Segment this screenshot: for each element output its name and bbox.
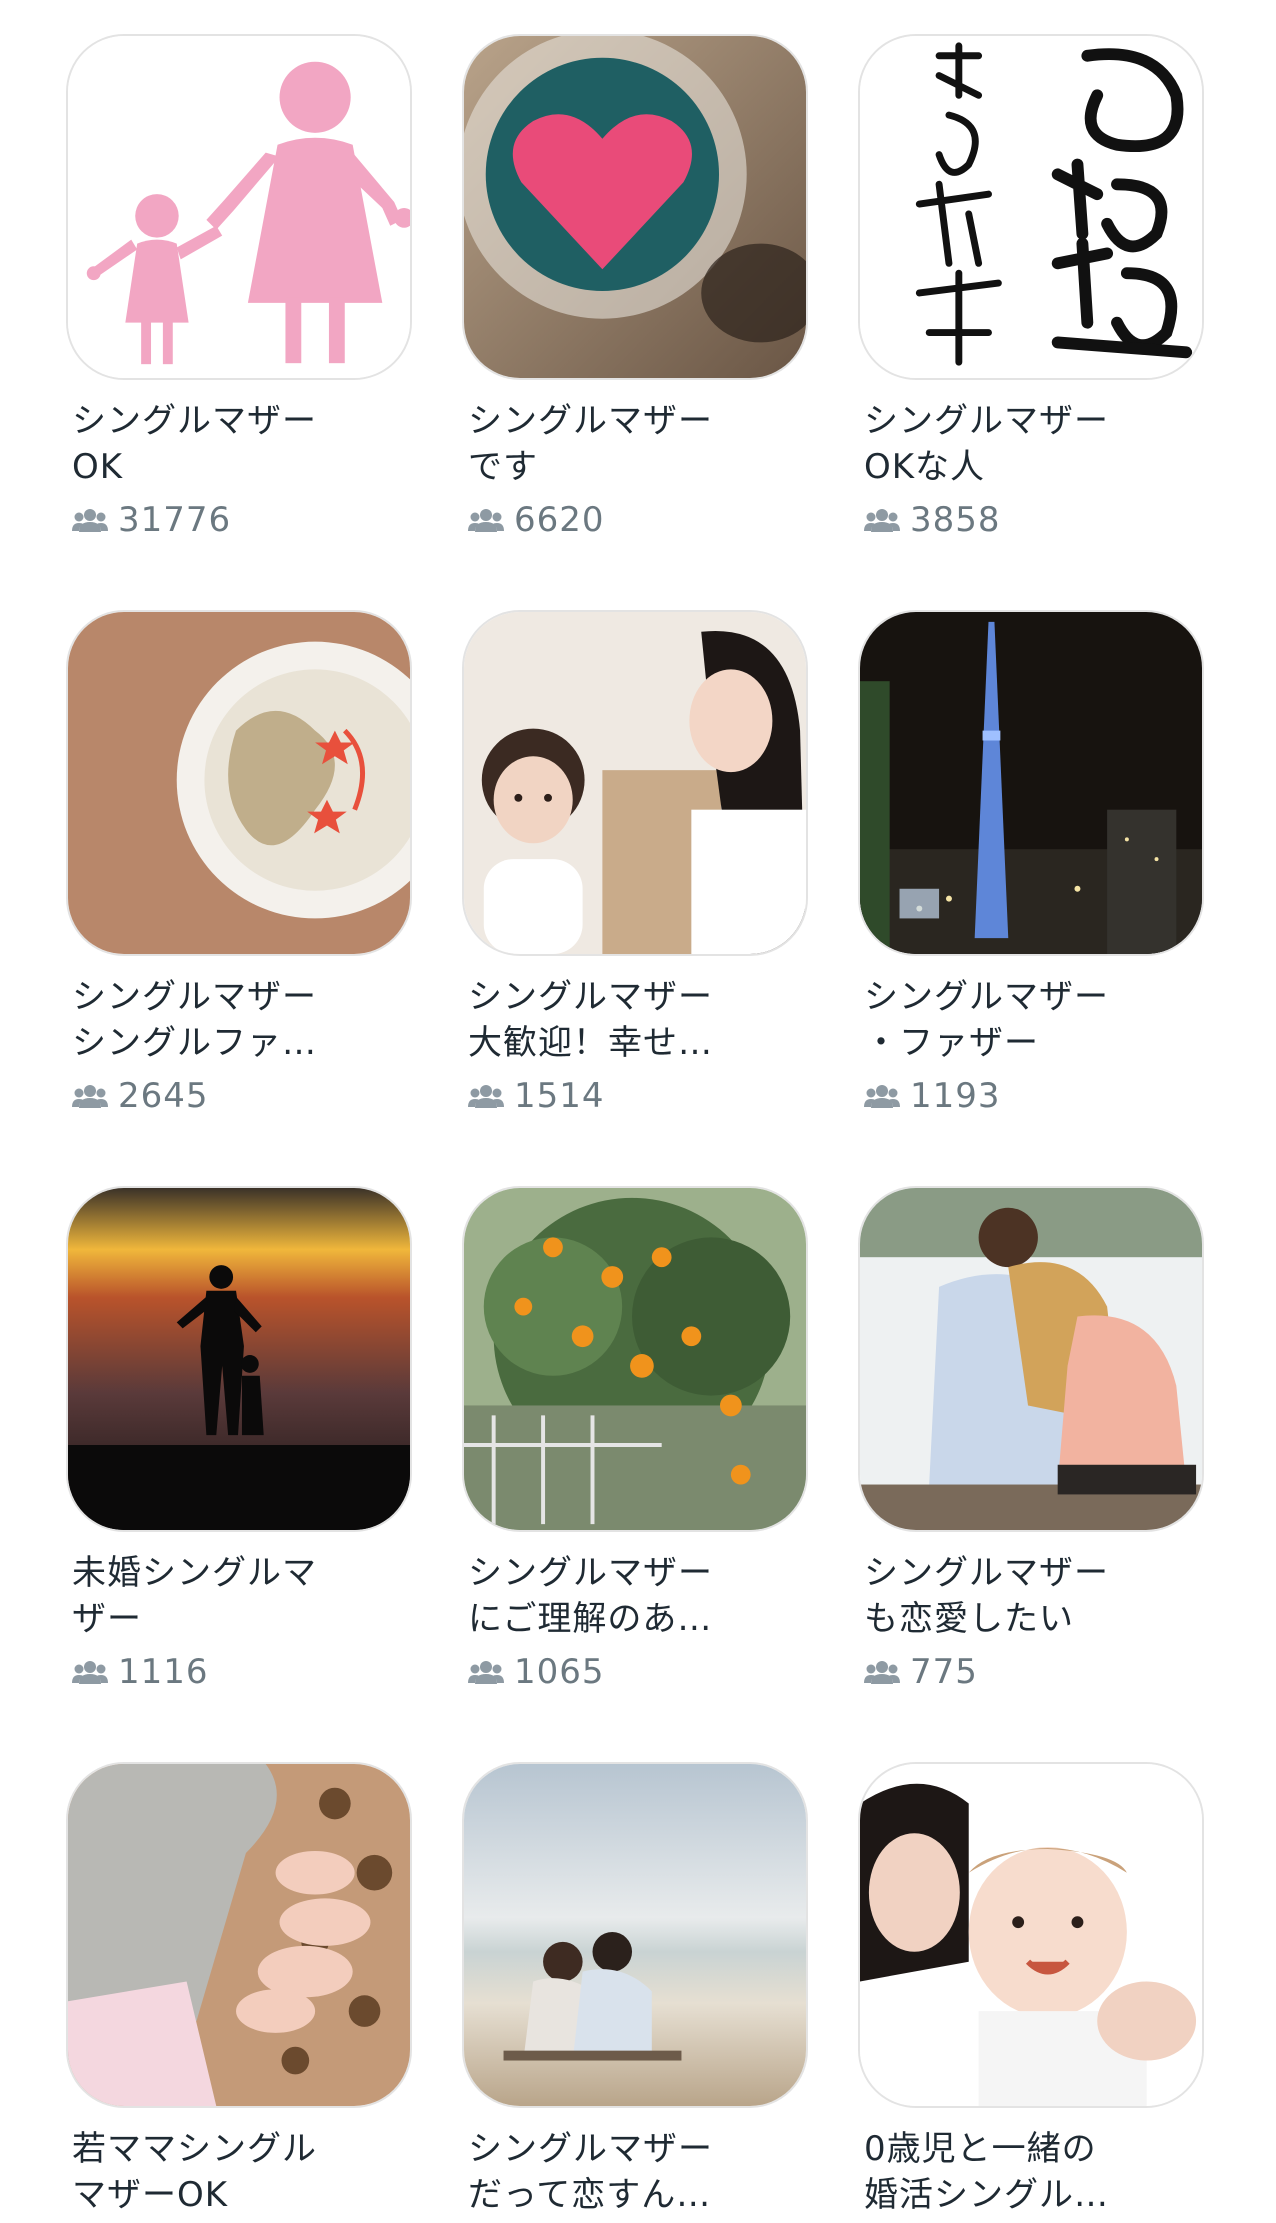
community-title: シングルマザー だって恋すん… [468,2129,713,2215]
members-icon [72,1660,108,1684]
calligraphy-image-icon [860,36,1202,378]
community-title: シングルマザー ・ファザー [864,977,1109,1063]
heart-cup-photo-icon [464,36,806,378]
community-title: シングルマザー です [468,401,713,487]
mother-daughter-photo-icon [464,612,806,954]
community-title: 未婚シングルマ ザー [72,1553,317,1639]
community-thumbnail[interactable] [462,610,808,956]
member-count-row: 3858 [864,498,1001,542]
beach-couple-photo-icon [464,1764,806,2106]
member-count-row: 775 [864,1650,978,1694]
member-count-row: 6620 [468,498,605,542]
member-count-row: 31776 [72,498,231,542]
mother-baby-photo-icon [860,1764,1202,2106]
member-count: 3858 [910,500,1001,540]
community-thumbnail[interactable] [858,34,1204,380]
members-icon [72,1084,108,1108]
community-title: シングルマザー にご理解のあ… [468,1553,713,1639]
community-title: 0歳児と一緒の 婚活シングル… [864,2129,1109,2215]
members-icon [468,508,504,532]
members-icon [468,1084,504,1108]
community-thumbnail[interactable] [66,34,412,380]
members-icon [864,1084,900,1108]
member-count: 2645 [118,1076,209,1116]
member-count-row: 1193 [864,1074,1001,1118]
community-thumbnail[interactable] [462,1186,808,1532]
community-thumbnail[interactable] [858,610,1204,956]
sky-tower-night-photo-icon [860,612,1202,954]
member-count-row: 2645 [72,1074,209,1118]
member-count-row: 1065 [468,1650,605,1694]
baby-hand-photo-icon [68,1764,410,2106]
community-grid: シングルマザー OK 31776 シングルマザー です 6620 シングルマザー… [0,0,1276,2223]
community-title: 若ママシングル マザーOK [72,2129,317,2215]
community-thumbnail[interactable] [858,1762,1204,2108]
members-icon [468,1660,504,1684]
members-icon [864,1660,900,1684]
community-title: シングルマザー 大歓迎！幸せ… [468,977,713,1063]
member-count: 1514 [514,1076,605,1116]
community-thumbnail[interactable] [66,1762,412,2108]
community-title: シングルマザー も恋愛したい [864,1553,1109,1639]
member-count: 1193 [910,1076,1001,1116]
member-count: 6620 [514,500,605,540]
member-count: 31776 [118,500,232,540]
member-count: 775 [910,1652,978,1692]
member-count-row: 1514 [468,1074,605,1118]
community-thumbnail[interactable] [858,1186,1204,1532]
sunset-silhouette-photo-icon [68,1188,410,1530]
community-title: シングルマザー OKな人 [864,401,1109,487]
member-count: 1065 [514,1652,605,1692]
community-title: シングルマザー OK [72,401,317,487]
latte-art-photo-icon [68,612,410,954]
members-icon [864,508,900,532]
members-icon [72,508,108,532]
community-title: シングルマザー シングルファ… [72,977,317,1063]
member-count-row: 1116 [72,1650,209,1694]
community-thumbnail[interactable] [66,610,412,956]
community-thumbnail[interactable] [462,34,808,380]
mother-and-child-silhouette-icon [68,36,410,378]
couple-lake-photo-icon [860,1188,1202,1530]
member-count: 1116 [118,1652,209,1692]
orange-tree-photo-icon [464,1188,806,1530]
community-thumbnail[interactable] [462,1762,808,2108]
community-thumbnail[interactable] [66,1186,412,1532]
